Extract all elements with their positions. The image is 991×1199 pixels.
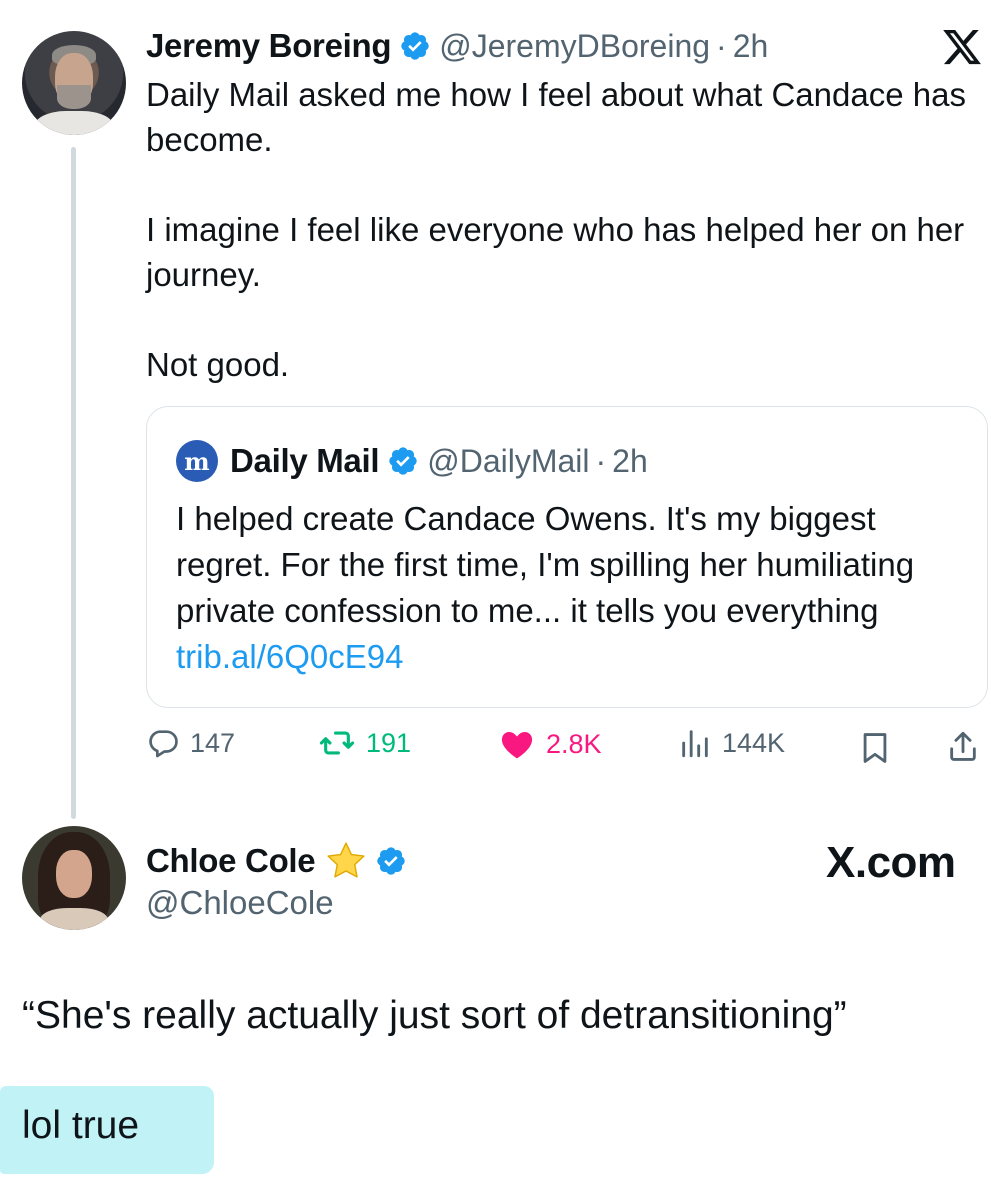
tweet-text: Daily Mail asked me how I feel about wha…	[146, 76, 966, 383]
verified-badge-icon	[377, 847, 406, 875]
views-count: 144K	[722, 727, 786, 758]
x-logo-icon	[943, 29, 981, 65]
heart-icon	[501, 732, 533, 759]
quoted-tweet-link[interactable]: trib.al/6Q0cE94	[176, 638, 403, 675]
author-handle[interactable]: @JeremyDBoreing	[439, 28, 710, 65]
daily-mail-logo-icon: m	[176, 440, 218, 482]
like-count: 2.8K	[546, 728, 602, 759]
repost-icon	[319, 731, 355, 755]
reply-quote-text: “She's really actually just sort of detr…	[22, 994, 847, 1037]
verified-badge-icon	[389, 447, 417, 475]
reply-author-name[interactable]: Chloe Cole	[146, 842, 316, 880]
share-icon[interactable]	[946, 728, 980, 764]
tweet-header: Jeremy Boreing @JeremyDBoreing · 2h	[146, 24, 768, 68]
x-com-label: X.com	[826, 838, 956, 887]
quoted-tweet-body: I helped create Candace Owens. It's my b…	[176, 500, 915, 629]
like-button[interactable]: 2.8K	[498, 726, 602, 762]
author-name[interactable]: Jeremy Boreing	[146, 27, 392, 65]
avatar-jeremy-boreing[interactable]	[22, 31, 126, 135]
quoted-author-name: Daily Mail	[230, 442, 380, 479]
repost-count: 191	[366, 727, 412, 758]
separator-dot: ·	[595, 442, 607, 479]
quoted-tweet-text: I helped create Candace Owens. It's my b…	[176, 496, 966, 680]
timestamp[interactable]: 2h	[733, 28, 769, 65]
bookmark-icon[interactable]	[858, 730, 892, 766]
quoted-timestamp: 2h	[612, 442, 648, 479]
avatar-chloe-cole[interactable]	[22, 826, 126, 930]
reply-comment-text: lol true	[22, 1104, 140, 1147]
star-emoji-icon	[327, 842, 365, 878]
reply-author-handle[interactable]: @ChloeCole	[146, 884, 334, 922]
quoted-tweet-header: m Daily Mail @DailyMail · 2h	[176, 438, 648, 484]
reply-button[interactable]: 147	[146, 726, 235, 760]
views-button[interactable]: 144K	[678, 726, 785, 760]
separator-dot: ·	[716, 27, 727, 64]
verified-badge-icon	[401, 32, 429, 60]
thread-line	[71, 147, 76, 819]
views-chart-icon	[682, 730, 708, 758]
reply-icon	[149, 730, 178, 758]
quoted-author-handle: @DailyMail	[427, 442, 590, 479]
reply-header: Chloe Cole	[146, 838, 415, 884]
repost-button[interactable]: 191	[318, 726, 411, 760]
reply-count: 147	[190, 727, 236, 758]
